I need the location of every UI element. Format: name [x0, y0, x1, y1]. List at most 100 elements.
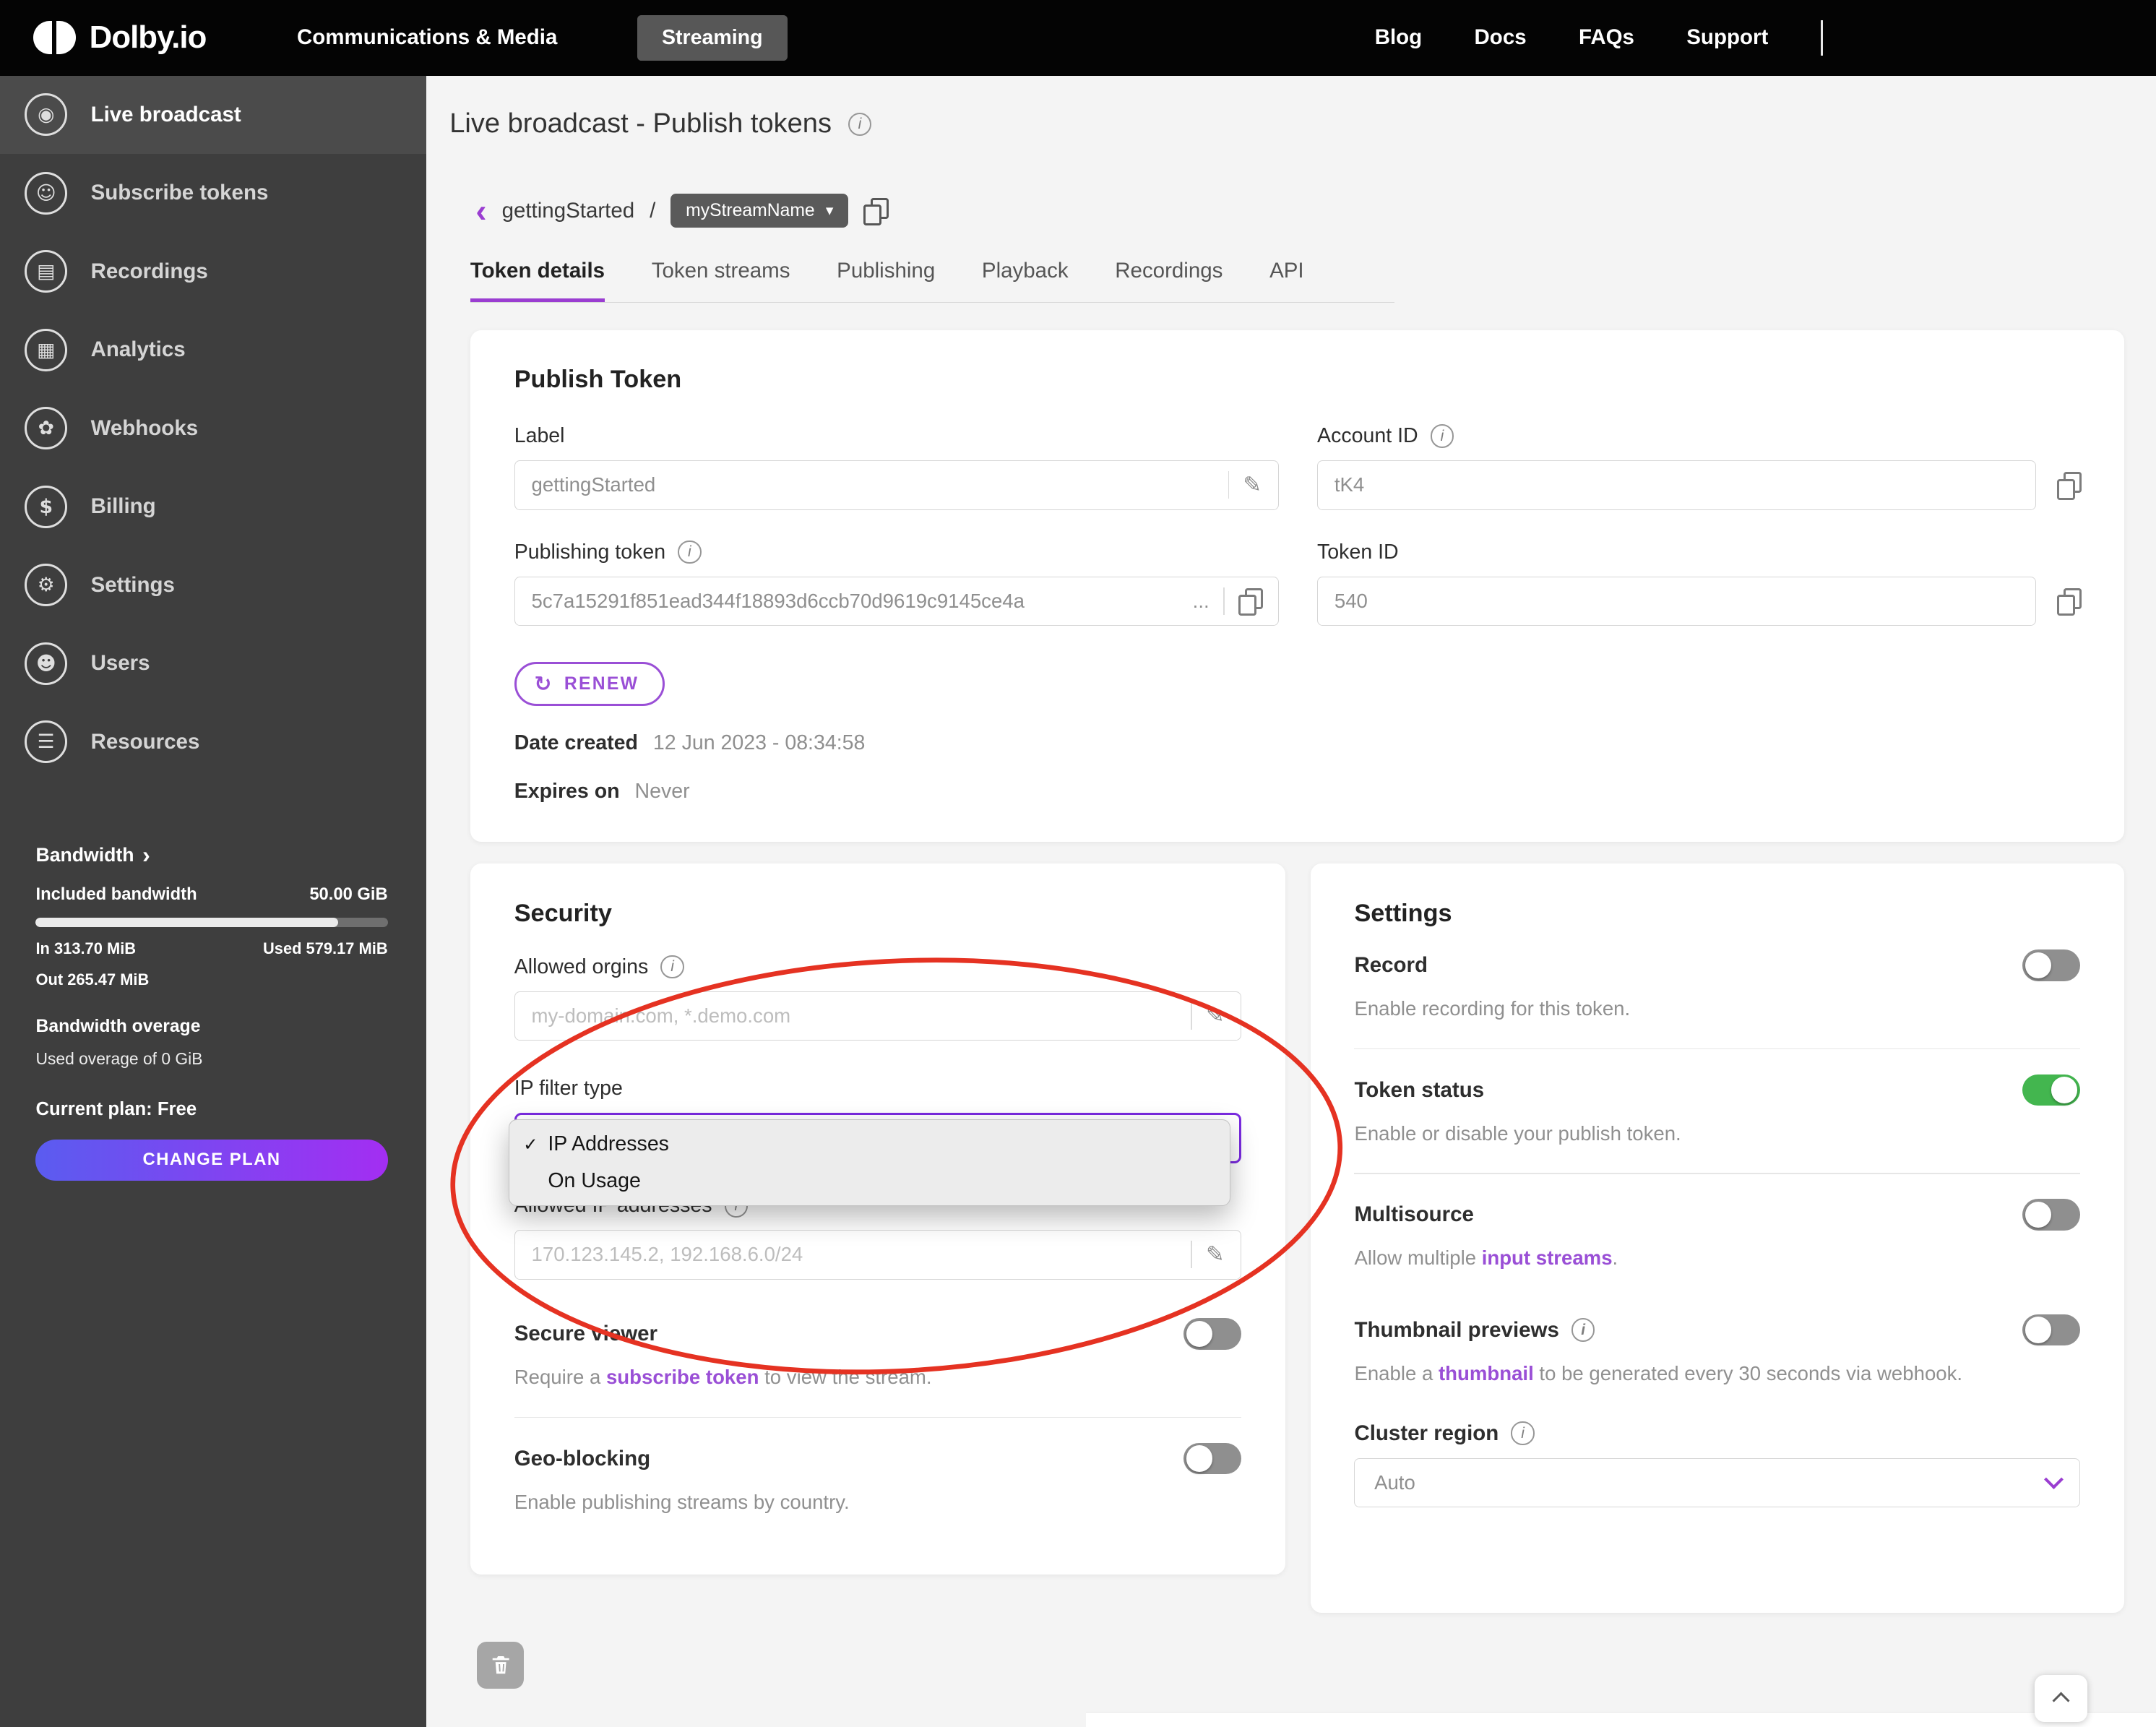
scroll-to-top-button[interactable] — [2035, 1674, 2087, 1722]
sidebar-item-label: Users — [90, 651, 150, 676]
option-label: On Usage — [548, 1169, 641, 1193]
edit-icon[interactable]: ✎ — [1243, 473, 1262, 498]
dropdown-option-ip-addresses[interactable]: ✓ IP Addresses — [509, 1126, 1230, 1163]
cluster-region-select[interactable]: Auto — [1354, 1457, 2081, 1508]
publish-token-title: Publish Token — [514, 366, 682, 394]
input-divider — [1191, 1002, 1193, 1030]
token-id-value: 540 — [1334, 589, 1368, 612]
publishing-token-value: 5c7a15291f851ead344f18893d6ccb70d9619c91… — [531, 589, 1025, 612]
stream-name-dropdown[interactable]: myStreamName ▾ — [670, 194, 849, 228]
sidebar-item-label: Subscribe tokens — [90, 181, 269, 205]
sidebar-item-users[interactable]: ☻ Users — [0, 624, 426, 702]
included-bandwidth-row: Included bandwidth 50.00 GiB — [35, 884, 387, 905]
nav-blog[interactable]: Blog — [1375, 25, 1423, 50]
renew-label: RENEW — [564, 673, 639, 694]
label-input[interactable]: gettingStarted ✎ — [514, 460, 1279, 510]
info-icon[interactable]: i — [660, 955, 684, 979]
edit-icon[interactable]: ✎ — [1206, 1242, 1225, 1267]
copy-stream-name-icon[interactable] — [863, 197, 889, 226]
thumbnail-link[interactable]: thumbnail — [1439, 1362, 1534, 1384]
expires-row: Expires on Never — [514, 780, 2081, 804]
multisource-section: Multisource Allow multiple input streams… — [1354, 1199, 2081, 1272]
multisource-toggle[interactable] — [2022, 1199, 2081, 1231]
nav-docs[interactable]: Docs — [1475, 25, 1527, 50]
token-status-toggle[interactable] — [2022, 1074, 2081, 1106]
bandwidth-link[interactable]: Bandwidth › — [35, 842, 387, 869]
top-navbar: Dolby.io Communications & Media Streamin… — [0, 0, 2156, 76]
input-streams-link[interactable]: input streams — [1482, 1246, 1613, 1269]
publishing-token-input: 5c7a15291f851ead344f18893d6ccb70d9619c91… — [514, 576, 1279, 626]
dolby-logo[interactable]: Dolby.io — [33, 20, 207, 56]
broadcast-icon: ◉ — [25, 93, 68, 137]
tab-token-streams[interactable]: Token streams — [652, 259, 790, 302]
tab-recordings[interactable]: Recordings — [1115, 259, 1223, 302]
date-created-row: Date created 12 Jun 2023 - 08:34:58 — [514, 731, 2081, 755]
tab-api[interactable]: API — [1269, 259, 1304, 302]
delete-token-button[interactable] — [477, 1642, 525, 1689]
sidebar-item-resources[interactable]: ☰ Resources — [0, 702, 426, 780]
dropdown-option-on-usage[interactable]: On Usage — [509, 1163, 1230, 1200]
breadcrumb-token-name[interactable]: gettingStarted — [502, 199, 635, 223]
secure-viewer-toggle[interactable] — [1183, 1317, 1242, 1350]
breadcrumb: ‹ gettingStarted / myStreamName ▾ — [475, 194, 889, 228]
label-field-label: Label — [514, 424, 565, 448]
tab-publishing[interactable]: Publishing — [837, 259, 935, 302]
copy-publishing-token-icon[interactable] — [1238, 587, 1264, 616]
chevron-right-icon: › — [142, 841, 150, 868]
subscribe-token-link[interactable]: subscribe token — [606, 1366, 759, 1388]
info-icon[interactable]: i — [1430, 424, 1454, 448]
sidebar-item-analytics[interactable]: ▦ Analytics — [0, 311, 426, 389]
sidebar-item-label: Billing — [90, 494, 156, 519]
nav-communications-media[interactable]: Communications & Media — [297, 25, 557, 50]
tab-bar: Token details Token streams Publishing P… — [470, 259, 1394, 303]
publishing-token-label: Publishing token — [514, 540, 666, 564]
included-bandwidth-value: 50.00 GiB — [309, 884, 388, 905]
edit-icon[interactable]: ✎ — [1206, 1003, 1225, 1028]
account-id-input: tK4 — [1317, 460, 2037, 510]
bandwidth-progressbar — [35, 917, 388, 927]
token-id-label: Token ID — [1317, 540, 1399, 564]
bandwidth-overage-title: Bandwidth overage — [35, 1017, 201, 1037]
change-plan-button[interactable]: CHANGE PLAN — [35, 1139, 388, 1181]
sidebar-item-billing[interactable]: $ Billing — [0, 468, 426, 546]
tab-playback[interactable]: Playback — [982, 259, 1069, 302]
geo-blocking-toggle[interactable] — [1183, 1442, 1242, 1475]
record-title: Record — [1354, 952, 1428, 977]
bandwidth-out-row: Out 265.47 MiB — [35, 970, 387, 989]
cluster-region-section: Cluster region i Auto — [1354, 1421, 2081, 1508]
allowed-origins-placeholder: my-domain.com, *.demo.com — [531, 1004, 791, 1027]
sidebar-item-recordings[interactable]: ▤ Recordings — [0, 233, 426, 311]
allowed-origins-input[interactable]: my-domain.com, *.demo.com ✎ — [514, 991, 1242, 1041]
renew-button[interactable]: ↻ RENEW — [514, 661, 665, 707]
sidebar-item-subscribe-tokens[interactable]: ☺ Subscribe tokens — [0, 154, 426, 232]
back-chevron-icon[interactable]: ‹ — [475, 194, 486, 228]
current-plan-label: Current plan: Free — [35, 1099, 197, 1120]
sidebar-item-live-broadcast[interactable]: ◉ Live broadcast — [0, 75, 426, 155]
allowed-origins-label: Allowed orgins — [514, 955, 649, 978]
dollar-icon: $ — [25, 485, 68, 528]
nav-streaming[interactable]: Streaming — [637, 14, 788, 61]
info-icon[interactable]: i — [678, 540, 702, 564]
sidebar-item-settings[interactable]: ⚙ Settings — [0, 546, 426, 624]
label-field: Label gettingStarted ✎ — [514, 424, 1279, 510]
record-toggle[interactable] — [2022, 949, 2081, 981]
info-icon[interactable]: i — [1511, 1421, 1535, 1445]
allowed-ip-field: Allowed IP addresses i 170.123.145.2, 19… — [514, 1194, 1242, 1280]
info-icon[interactable]: i — [1571, 1318, 1595, 1342]
thumbnail-toggle[interactable] — [2022, 1314, 2081, 1346]
bandwidth-panel: Bandwidth › Included bandwidth 50.00 GiB… — [0, 842, 426, 1181]
cluster-region-value: Auto — [1374, 1471, 1415, 1494]
info-icon[interactable]: i — [848, 112, 872, 136]
nav-support[interactable]: Support — [1686, 25, 1768, 50]
nav-faqs[interactable]: FAQs — [1579, 25, 1634, 50]
copy-account-id-icon[interactable] — [2056, 472, 2082, 500]
sidebar-item-webhooks[interactable]: ✿ Webhooks — [0, 389, 426, 468]
copy-token-id-icon[interactable] — [2056, 587, 2082, 616]
allowed-ip-input[interactable]: 170.123.145.2, 192.168.6.0/24 ✎ — [514, 1230, 1242, 1280]
users-icon: ☻ — [25, 642, 68, 685]
bandwidth-out: Out 265.47 MiB — [35, 970, 150, 989]
chevron-down-icon — [2043, 1469, 2064, 1489]
recordings-stack-icon: ▤ — [25, 250, 68, 293]
ip-filter-field: IP filter type IP Addresses ✓ IP Address… — [509, 1077, 1242, 1207]
tab-token-details[interactable]: Token details — [470, 259, 605, 302]
